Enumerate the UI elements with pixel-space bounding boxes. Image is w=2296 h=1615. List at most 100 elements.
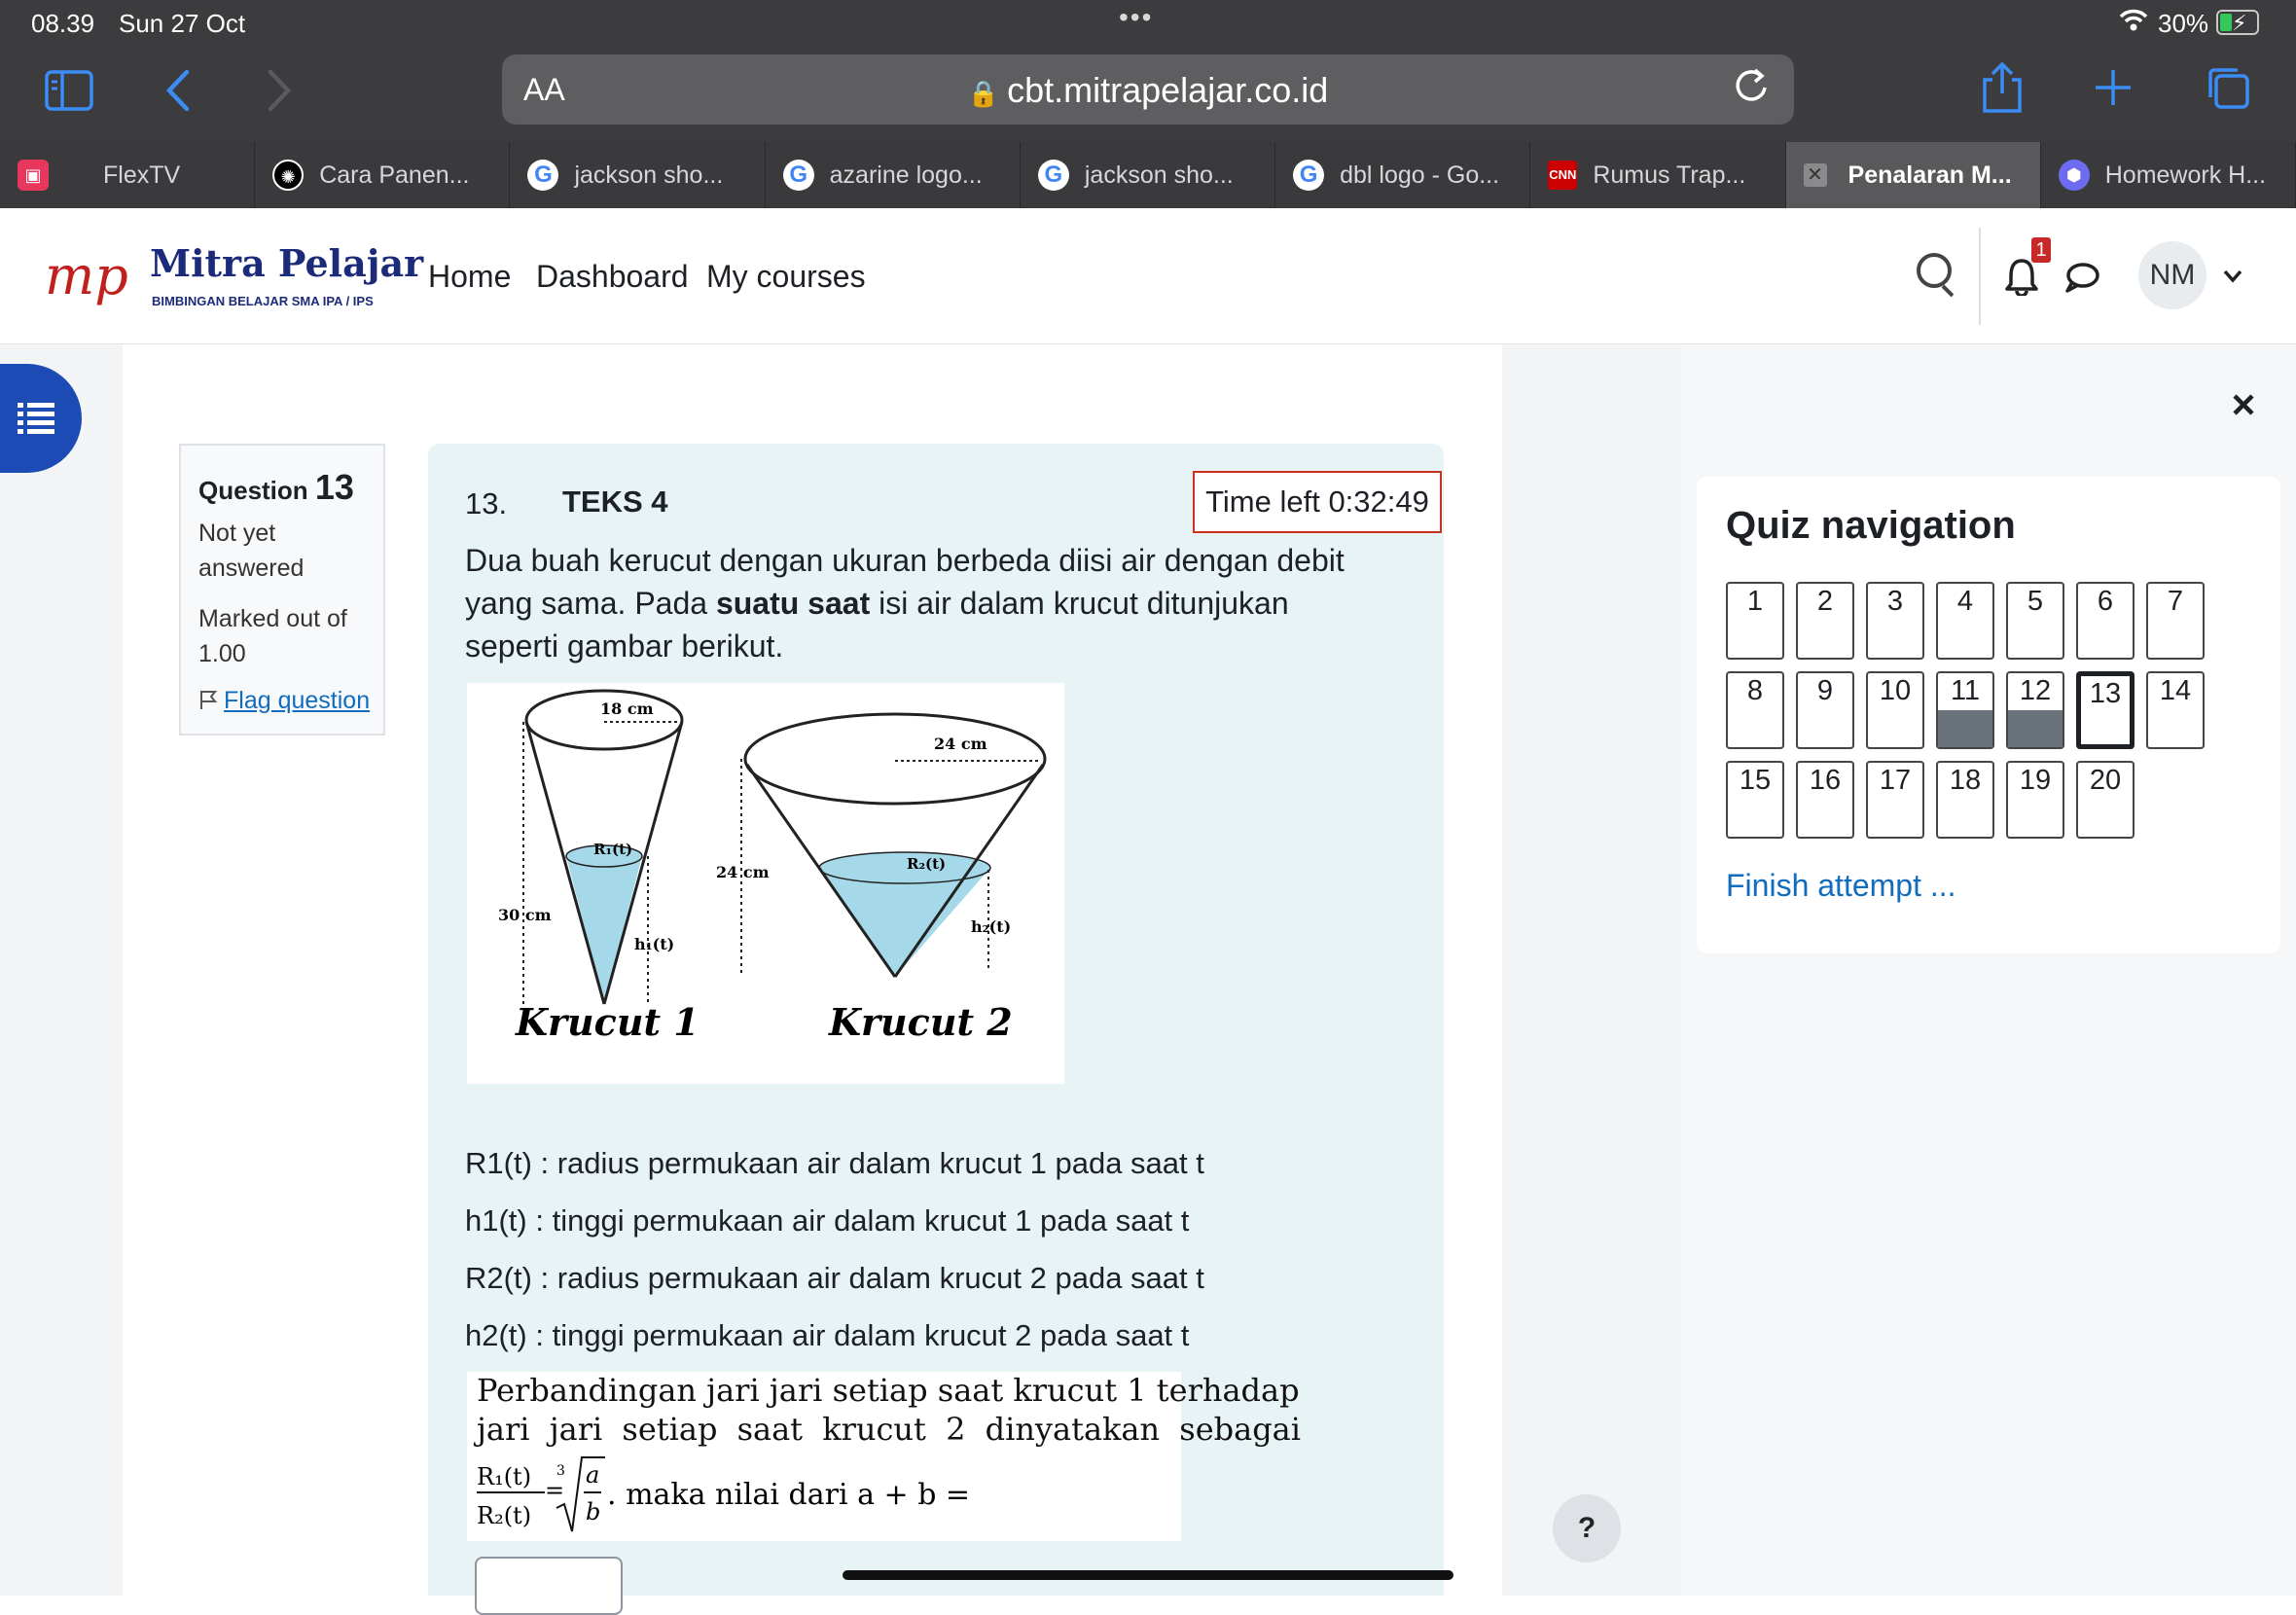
gemini-icon: ⬢ — [2058, 160, 2090, 191]
url-text[interactable]: cbt.mitrapelajar.co.id — [1007, 70, 1328, 110]
quiz-nav-button[interactable]: 20 — [2076, 761, 2135, 839]
wifi-icon — [2119, 9, 2148, 31]
nav-home[interactable]: Home — [428, 259, 511, 295]
quiz-nav-number: 10 — [1879, 675, 1912, 706]
chevron-down-icon[interactable] — [2222, 269, 2243, 284]
header-divider — [1979, 228, 1981, 325]
battery-icon: ⚡ — [2216, 10, 2259, 35]
reload-icon[interactable] — [1732, 64, 1771, 107]
home-indicator[interactable] — [843, 1570, 1453, 1580]
quiz-nav-button[interactable]: 15 — [1726, 761, 1784, 839]
tab-flextv[interactable]: ▣ FlexTV — [0, 142, 256, 208]
quiz-nav-button[interactable]: 19 — [2006, 761, 2064, 839]
quiz-nav-button[interactable]: 6 — [2076, 582, 2135, 660]
quiz-nav-button[interactable]: 1 — [1726, 582, 1784, 660]
cone-figure: 18 cm R₁(t) 30 cm h₁(t) Krucut 1 24 cm R… — [467, 683, 1064, 1084]
tab-label: azarine logo... — [829, 161, 983, 189]
close-icon[interactable]: ✕ — [1803, 163, 1827, 187]
site-logo-name[interactable]: Mitra Pelajar — [150, 241, 423, 285]
finish-attempt-link[interactable]: Finish attempt ... — [1726, 868, 1956, 904]
back-icon[interactable] — [163, 68, 191, 113]
quiz-nav-button[interactable]: 7 — [2146, 582, 2205, 660]
quiz-nav-number: 14 — [2159, 675, 2192, 706]
status-time: 08.39 — [31, 9, 95, 38]
tabs-overview-icon[interactable] — [2205, 64, 2251, 111]
quiz-nav-number: 2 — [1816, 586, 1834, 617]
quiz-nav-button[interactable]: 13 — [2076, 671, 2135, 749]
nav-my-courses[interactable]: My courses — [706, 259, 866, 295]
quiz-nav-button[interactable]: 3 — [1866, 582, 1924, 660]
question-info-box: Question 13 Not yet answered Marked out … — [179, 444, 385, 736]
site-logo-mark[interactable]: mp — [45, 245, 128, 306]
quiz-nav-button[interactable]: 11 — [1936, 671, 1994, 749]
quiz-nav-number: 6 — [2097, 586, 2114, 617]
quiz-nav-button[interactable]: 12 — [2006, 671, 2064, 749]
quiz-nav-button[interactable]: 10 — [1866, 671, 1924, 749]
quiz-nav-number: 15 — [1739, 765, 1772, 796]
tab-azarine[interactable]: G azarine logo... — [766, 142, 1021, 208]
tab-label: jackson sho... — [1084, 161, 1234, 189]
quiz-nav-button[interactable]: 17 — [1866, 761, 1924, 839]
bell-icon[interactable] — [2004, 257, 2039, 296]
equation-b: b — [586, 1498, 600, 1525]
search-icon[interactable] — [1917, 253, 1952, 288]
avatar[interactable]: NM — [2138, 241, 2206, 309]
new-tab-icon[interactable] — [2094, 68, 2133, 107]
tab-label: Penalaran M... — [1848, 161, 2012, 189]
tab-jackson-2[interactable]: G jackson sho... — [1021, 142, 1276, 208]
forward-icon[interactable] — [267, 68, 294, 113]
address-bar[interactable]: AA 🔒 cbt.mitrapelajar.co.id — [502, 54, 1794, 125]
question-label: Question 13 — [198, 467, 354, 507]
cone2-water-height-label: h₂(t) — [971, 917, 1011, 936]
definition-h1: h1(t) : tinggi permukaan air dalam krucu… — [465, 1203, 1190, 1238]
question-status: Not yet answered — [198, 520, 305, 582]
quiz-nav-button[interactable]: 16 — [1796, 761, 1854, 839]
tab-homework[interactable]: ⬢ Homework H... — [2041, 142, 2296, 208]
quiz-nav-button[interactable]: 18 — [1936, 761, 1994, 839]
tab-penalaran[interactable]: ✕ Penalaran M... — [1785, 142, 2041, 208]
cone2-height-label: 24 cm — [716, 863, 770, 881]
quiz-nav-button[interactable]: 9 — [1796, 671, 1854, 749]
tab-label: Homework H... — [2104, 161, 2267, 189]
tab-label: jackson sho... — [574, 161, 724, 189]
quiz-nav-button[interactable]: 14 — [2146, 671, 2205, 749]
quiz-nav-number: 17 — [1879, 765, 1912, 796]
list-icon — [18, 403, 54, 434]
share-icon[interactable] — [1981, 60, 2024, 115]
quiz-timer: Time left 0:32:49 — [1193, 471, 1442, 533]
tab-jackson-1[interactable]: G jackson sho... — [510, 142, 766, 208]
equation-numerator: R₁(t) — [477, 1463, 531, 1490]
quiz-nav-button[interactable]: 4 — [1936, 582, 1994, 660]
chat-icon[interactable] — [2064, 261, 2099, 294]
quiz-nav-button[interactable]: 2 — [1796, 582, 1854, 660]
equation-denominator: R₂(t) — [477, 1502, 531, 1529]
cone1-water-height-label: h₁(t) — [634, 935, 674, 953]
tab-label: dbl logo - Go... — [1340, 161, 1500, 189]
flextv-icon: ▣ — [18, 160, 49, 191]
quiz-nav-number: 5 — [2027, 586, 2044, 617]
quiz-nav-number: 19 — [2019, 765, 2052, 796]
quiz-nav-number: 1 — [1746, 586, 1764, 617]
quiz-nav-number: 16 — [1809, 765, 1842, 796]
tab-cara-panen[interactable]: ✺ Cara Panen... — [255, 142, 511, 208]
flag-question-link[interactable]: Flag question — [198, 687, 370, 715]
quiz-nav-button[interactable]: 5 — [2006, 582, 2064, 660]
tab-strip: ▣ FlexTV ✺ Cara Panen... G jackson sho..… — [0, 142, 2296, 208]
definition-r1: R1(t) : radius permukaan air dalam krucu… — [465, 1146, 1204, 1180]
quiz-nav-button[interactable]: 8 — [1726, 671, 1784, 749]
help-button[interactable]: ? — [1553, 1494, 1621, 1562]
nav-dashboard[interactable]: Dashboard — [536, 259, 689, 295]
quiz-nav-number: 12 — [2019, 675, 2052, 706]
multitasking-dots-icon[interactable]: ••• — [1119, 2, 1153, 33]
answer-input[interactable] — [475, 1557, 623, 1615]
quiz-nav-number: 18 — [1949, 765, 1982, 796]
equation-tail: . maka nilai dari a + b = ⋯ — [607, 1478, 981, 1512]
tab-rumus-trap[interactable]: CNN Rumus Trap... — [1530, 142, 1786, 208]
cone2-top-label: 24 cm — [934, 735, 987, 753]
sidebar-toggle-icon[interactable] — [45, 70, 93, 111]
question-marks: Marked out of 1.00 — [198, 605, 347, 667]
quiz-navigation-title: Quiz navigation — [1726, 504, 2016, 547]
notification-badge: 1 — [2031, 237, 2051, 263]
close-drawer-icon[interactable] — [2232, 393, 2255, 416]
tab-dbl-logo[interactable]: G dbl logo - Go... — [1275, 142, 1531, 208]
